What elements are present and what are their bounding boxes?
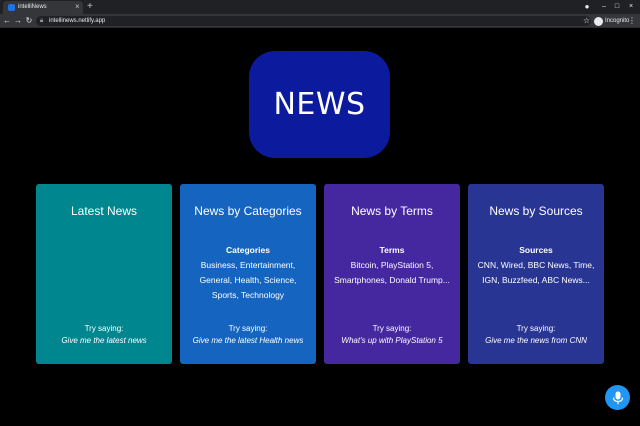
back-arrow-icon[interactable]: ← — [2, 14, 12, 28]
card-title: News by Categories — [194, 204, 302, 218]
hint-label: Try saying: — [516, 324, 556, 333]
reload-icon[interactable]: ↻ — [24, 14, 34, 28]
tab-strip: intelliNews × + ● – □ × — [0, 0, 640, 14]
forward-arrow-icon[interactable]: → — [13, 14, 23, 28]
voice-assistant-button[interactable] — [605, 385, 630, 410]
card-body: Terms Bitcoin, PlayStation 5, Smartphone… — [330, 243, 454, 288]
maximize-icon[interactable]: □ — [610, 0, 624, 14]
minimize-icon[interactable]: – — [597, 0, 611, 14]
card-hint: Try saying: Give me the news from CNN — [470, 323, 602, 347]
incognito-profile[interactable]: Incognito — [594, 16, 629, 26]
logo-text: NEWS — [273, 87, 366, 122]
card-news-by-categories: News by Categories Categories Business, … — [180, 184, 316, 364]
card-description: CNN, Wired, BBC News, Time, IGN, Buzzfee… — [477, 260, 595, 285]
card-hint: Try saying: What's up with PlayStation 5 — [326, 323, 458, 347]
card-hint: Try saying: Give me the latest Health ne… — [182, 323, 314, 347]
hint-label: Try saying: — [84, 324, 124, 333]
microphone-icon — [612, 391, 623, 404]
incognito-icon — [594, 16, 603, 26]
card-heading: Categories — [226, 245, 270, 255]
favicon-icon — [8, 4, 15, 11]
card-news-by-sources: News by Sources Sources CNN, Wired, BBC … — [468, 184, 604, 364]
new-tab-icon[interactable]: + — [87, 0, 93, 14]
card-title: News by Terms — [351, 204, 433, 218]
card-title: News by Sources — [489, 204, 583, 218]
card-body: Categories Business, Entertainment, Gene… — [186, 243, 310, 303]
hint-label: Try saying: — [372, 324, 412, 333]
hint-example: Give me the news from CNN — [485, 336, 587, 345]
browser-tab[interactable]: intelliNews × — [3, 1, 83, 14]
card-description: Bitcoin, PlayStation 5, Smartphones, Don… — [334, 260, 450, 285]
window-close-icon[interactable]: × — [624, 0, 638, 14]
lock-icon[interactable]: 🔒︎ — [40, 17, 43, 25]
url-text[interactable]: intellinews.netlify.app — [49, 17, 105, 25]
tab-title: intelliNews — [18, 4, 47, 10]
card-body: Sources CNN, Wired, BBC News, Time, IGN,… — [474, 243, 598, 288]
card-description: Business, Entertainment, General, Health… — [199, 260, 297, 300]
card-hint: Try saying: Give me the latest news — [38, 323, 170, 347]
tab-close-icon[interactable]: × — [75, 2, 80, 12]
address-bar[interactable]: 🔒︎ intellinews.netlify.app — [36, 16, 591, 26]
hint-label: Try saying: — [228, 324, 268, 333]
card-news-by-terms: News by Terms Terms Bitcoin, PlayStation… — [324, 184, 460, 364]
profile-label: Incognito — [605, 18, 630, 24]
hint-example: What's up with PlayStation 5 — [341, 336, 443, 345]
card-title: Latest News — [70, 204, 138, 218]
browser-toolbar: ← → ↻ 🔒︎ intellinews.netlify.app — [0, 14, 640, 28]
card-heading: Sources — [519, 245, 553, 255]
hint-example: Give me the latest Health news — [192, 336, 304, 345]
card-heading: Terms — [379, 245, 405, 255]
news-logo: NEWS — [249, 51, 390, 158]
bookmark-star-icon[interactable]: ☆ — [583, 14, 590, 28]
hint-example: Give me the latest news — [61, 336, 147, 345]
more-menu-icon[interactable]: ⋮ — [628, 14, 636, 28]
card-latest-news: Latest News Try saying: Give me the late… — [36, 184, 172, 364]
tab-search-icon[interactable]: ● — [580, 0, 594, 14]
